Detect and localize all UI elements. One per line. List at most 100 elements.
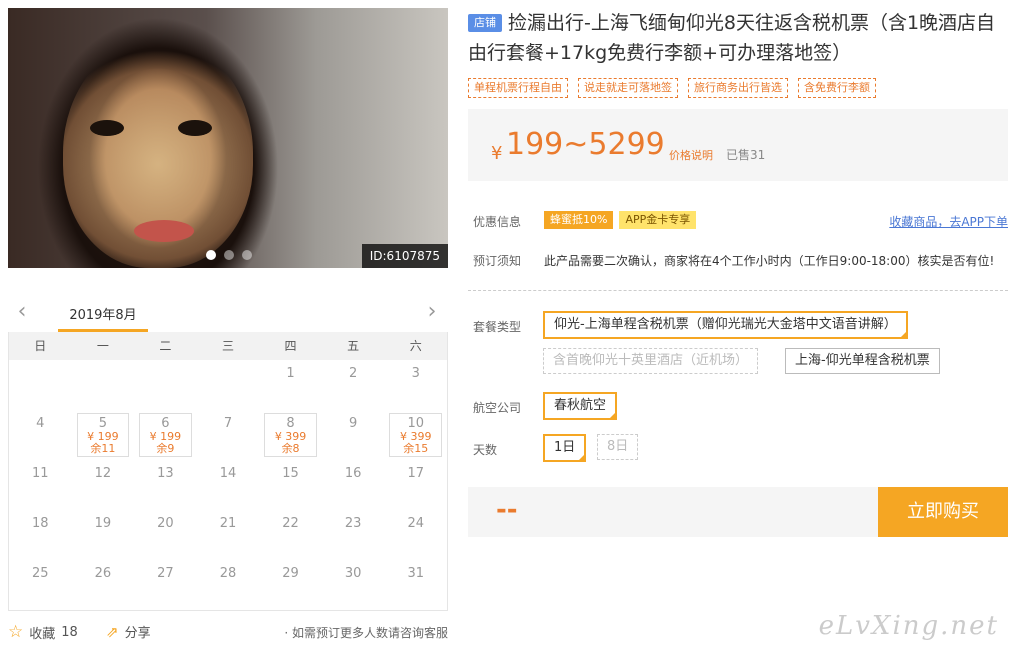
calendar-day-available[interactable]: 6 ¥ 199 余9	[139, 413, 192, 457]
collect-button[interactable]: ☆ 收藏 18	[8, 622, 78, 642]
calendar-day-available[interactable]: 10 ¥ 399 余15	[389, 413, 442, 457]
calendar-day: 11	[9, 460, 72, 510]
day-stock: 余15	[403, 442, 429, 455]
calendar-day: 13	[134, 460, 197, 510]
sold-count: 已售31	[726, 148, 766, 162]
airline-label: 航空公司	[473, 401, 522, 415]
calendar-day	[134, 360, 197, 410]
day-number: 14	[219, 466, 237, 481]
promo-badge: 蜂蜜抵10%	[544, 211, 614, 229]
notice-label: 预订须知	[473, 254, 522, 268]
package-option[interactable]: 上海-仰光单程含税机票	[785, 348, 940, 374]
notice-text: 此产品需要二次确认，商家将在4个工作小时内（工作日9:00-18:00）核实是否…	[544, 254, 995, 268]
days-option[interactable]: 1日	[543, 434, 587, 462]
calendar-day	[72, 360, 135, 410]
weekday-row: 日一二三四五六	[9, 332, 447, 360]
calendar-day: 4	[9, 410, 72, 460]
product-tag: 旅行商务出行皆选	[688, 78, 788, 98]
day-number: 24	[407, 516, 424, 531]
calendar-day: 23	[322, 510, 385, 560]
service-note: · 如需预订更多人数请咨询客服	[284, 626, 448, 640]
photo-detail	[178, 120, 212, 136]
day-number: 8	[286, 416, 295, 431]
calendar-day: 31	[384, 560, 447, 610]
calendar-day: 19	[72, 510, 135, 560]
carousel-dot[interactable]	[242, 250, 252, 260]
calendar-day: 18	[9, 510, 72, 560]
weekday-label: 四	[284, 339, 297, 353]
day-number: 26	[94, 566, 112, 581]
calendar-day: 16	[322, 460, 385, 510]
prev-month-icon[interactable]: ‹	[12, 301, 32, 323]
day-stock: 余11	[90, 442, 116, 455]
calendar-day	[197, 360, 260, 410]
divider	[468, 290, 1008, 291]
price-explain-link[interactable]: 价格说明	[669, 147, 713, 163]
product-photo[interactable]: ID:6107875	[8, 8, 448, 268]
airline-option[interactable]: 春秋航空	[543, 392, 618, 420]
day-number: 18	[32, 516, 49, 531]
day-number: 17	[407, 466, 424, 481]
product-title-text: 捡漏出行-上海飞缅甸仰光8天往返含税机票（含1晚酒店自由行套餐+17kg免费行李…	[468, 12, 996, 64]
promo-badges: 蜂蜜抵10% APP金卡专享	[544, 211, 697, 229]
calendar-day: 12	[72, 460, 135, 510]
price-range: 199~5299	[506, 127, 665, 162]
buy-now-button[interactable]: 立即购买	[878, 487, 1008, 537]
collect-app-link[interactable]: 收藏商品，去APP下单	[889, 213, 1008, 230]
calendar-day: 3	[384, 360, 447, 410]
calendar-day: 27	[134, 560, 197, 610]
calendar-day: 28	[197, 560, 260, 610]
day-number: 1	[286, 366, 295, 381]
carousel-dots	[206, 250, 252, 260]
day-number: 5	[98, 416, 107, 431]
calendar-day: 26	[72, 560, 135, 610]
carousel-dot[interactable]	[224, 250, 234, 260]
day-number: 20	[157, 516, 174, 531]
day-number: 19	[94, 516, 112, 531]
calendar-day-available[interactable]: 5 ¥ 199 余11	[76, 413, 130, 457]
package-option[interactable]: 含首晚仰光十英里酒店（近机场）	[543, 348, 759, 374]
calendar-day-available[interactable]: 8 ¥ 399 余8	[264, 413, 317, 457]
calendar-day: 14	[197, 460, 260, 510]
day-number: 13	[157, 466, 174, 481]
calendar-day: 29	[259, 560, 322, 610]
star-icon: ☆	[8, 622, 24, 642]
day-number: 3	[411, 366, 420, 381]
next-month-icon[interactable]: ›	[422, 301, 442, 323]
share-label: 分享	[124, 626, 151, 641]
product-tag: 单程机票行程自由	[468, 78, 568, 98]
calendar-day: 9	[322, 410, 385, 460]
day-stock: 余8	[281, 442, 300, 455]
calendar-day: 22	[259, 510, 322, 560]
shop-badge[interactable]: 店铺	[468, 14, 502, 32]
photo-detail	[90, 120, 124, 136]
day-number: 16	[344, 466, 362, 481]
carousel-dot[interactable]	[206, 250, 216, 260]
purchase-bar: -- 立即购买	[468, 487, 1008, 537]
product-title: 店铺 捡漏出行-上海飞缅甸仰光8天往返含税机票（含1晚酒店自由行套餐+17kg免费…	[468, 8, 1008, 68]
weekday-label: 二	[159, 339, 172, 353]
day-number: 31	[407, 566, 424, 581]
date-calendar: ‹ 2019年8月 › 日一二三四五六 1 2 3 4 5 ¥ 199 余11 6 ¥ 199 余…	[8, 292, 448, 611]
share-icon: ⇗	[106, 622, 119, 641]
promo-badge: APP金卡专享	[619, 211, 697, 229]
calendar-day: 21	[197, 510, 260, 560]
calendar-month[interactable]: 2019年8月	[58, 304, 148, 332]
days-option[interactable]: 8日	[597, 434, 639, 460]
day-number: 25	[32, 566, 49, 581]
package-option[interactable]: 仰光-上海单程含税机票（赠仰光瑞光大金塔中文语音讲解）	[543, 311, 908, 339]
calendar-grid: 日一二三四五六 1 2 3 4 5 ¥ 199 余11 6 ¥ 199 余9 7 8 ¥ 399 余8 9 1…	[8, 332, 448, 611]
day-number: 7	[223, 416, 233, 431]
site-watermark: eLvXing.net	[818, 611, 999, 641]
day-number: 6	[161, 416, 170, 431]
day-number: 4	[36, 416, 45, 431]
photo-id-label: ID:6107875	[361, 244, 448, 268]
day-number: 27	[157, 566, 174, 581]
weekday-label: 日	[34, 339, 47, 353]
calendar-day: 1	[259, 360, 322, 410]
weekday-label: 三	[221, 339, 234, 353]
day-number: 22	[282, 516, 299, 531]
share-button[interactable]: ⇗ 分享	[106, 622, 151, 642]
collect-label: 收藏	[29, 626, 56, 642]
weekday-label: 一	[96, 339, 109, 353]
